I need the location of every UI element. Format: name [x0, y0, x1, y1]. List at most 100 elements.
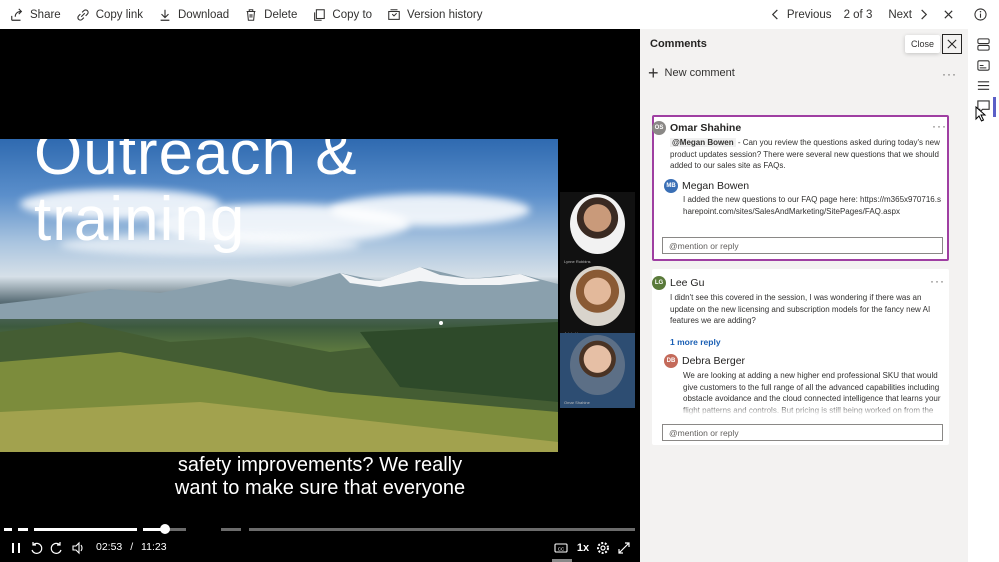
download-label: Download	[178, 8, 230, 21]
captions-pane-button[interactable]	[976, 58, 991, 73]
playback-speed-button[interactable]: 1x	[574, 540, 592, 556]
forward-10-button[interactable]	[49, 540, 65, 556]
version-history-icon	[388, 8, 400, 20]
details-pane-button[interactable]	[976, 37, 991, 52]
closed-captions: safety improvements? We really want to m…	[0, 454, 640, 500]
previous-button[interactable]: Previous	[766, 9, 836, 21]
participant-tile-active[interactable]: Omar Shahine	[560, 333, 635, 408]
thread-more-options-button[interactable]: ···	[930, 274, 945, 288]
settings-button[interactable]	[595, 540, 611, 556]
storage-icon	[977, 38, 990, 51]
comments-title: Comments	[650, 38, 707, 50]
chapter-segment[interactable]	[4, 528, 12, 531]
text-fade	[678, 405, 938, 415]
next-button[interactable]: Next	[884, 9, 933, 21]
participant-gallery: Lynne Robbins Adele Vance Omar Shahine	[560, 192, 635, 408]
mouse-cursor-icon	[975, 106, 987, 122]
list-icon	[977, 81, 990, 90]
avatar: LG	[652, 276, 666, 290]
previous-label: Previous	[786, 8, 832, 21]
current-time: 02:53	[96, 541, 123, 553]
caption-line-1: safety improvements? We really	[177, 454, 463, 476]
comment-header: LG Lee Gu	[652, 276, 704, 290]
chevron-left-icon	[771, 9, 778, 20]
delete-button[interactable]: Delete	[239, 0, 302, 29]
seek-handle[interactable]	[160, 524, 170, 534]
version-history-button[interactable]: Version history	[382, 0, 487, 29]
time-display: 02:53 / 11:23	[96, 541, 167, 553]
pause-icon	[12, 543, 20, 553]
chapter-segment[interactable]	[34, 528, 137, 531]
new-comment-label: New comment	[664, 67, 735, 79]
link-icon	[77, 8, 89, 21]
chapter-segment[interactable]	[18, 528, 28, 531]
comment-body: I didn't see this covered in the session…	[670, 293, 931, 325]
comment-body: @Megan Bowen - Can you review the questi…	[670, 137, 945, 172]
rewind-10-button[interactable]	[28, 540, 44, 556]
captions-button[interactable]: CC	[553, 540, 569, 556]
rewind-icon	[31, 542, 43, 554]
download-button[interactable]: Download	[153, 0, 234, 29]
close-tooltip: Close	[905, 35, 941, 53]
participant-tile[interactable]: Lynne Robbins	[560, 192, 635, 267]
version-history-label: Version history	[407, 8, 483, 21]
reply-author: Megan Bowen	[682, 180, 750, 192]
close-icon	[947, 39, 957, 49]
close-comments-button[interactable]	[942, 34, 962, 54]
info-icon	[974, 8, 987, 21]
expand-icon	[618, 542, 630, 554]
video-frame: Outreach & training	[0, 139, 558, 452]
comment-thread-selected[interactable]: OS Omar Shahine ··· @Megan Bowen - Can y…	[652, 115, 949, 261]
participant-tile[interactable]: Adele Vance	[560, 264, 635, 339]
close-viewer-button[interactable]	[939, 9, 958, 20]
file-counter: 2 of 3	[843, 8, 873, 21]
viewer-navigation: Previous 2 of 3 Next	[766, 0, 999, 29]
reply-input[interactable]: @mention or reply	[662, 424, 943, 441]
comment-author: Omar Shahine	[670, 122, 742, 134]
delete-label: Delete	[264, 8, 298, 21]
mention-chip[interactable]: @Megan Bowen	[670, 138, 736, 147]
video-player[interactable]: Outreach & training Lynne Robbins Adele …	[0, 29, 640, 562]
copy-icon	[314, 8, 326, 21]
slide-title-line-1: Outreach &	[34, 139, 358, 188]
pointer-dot	[439, 321, 443, 325]
info-button[interactable]	[970, 8, 991, 21]
forest-hillside	[0, 322, 558, 452]
avatar: DB	[664, 354, 678, 368]
slide-title: Outreach & training	[34, 139, 358, 253]
fullscreen-button[interactable]	[616, 540, 632, 556]
next-label: Next	[888, 8, 912, 21]
time-separator: /	[130, 541, 134, 553]
comment-thread[interactable]: LG Lee Gu ··· I didn't see this covered …	[652, 269, 949, 445]
reply-input[interactable]: @mention or reply	[662, 237, 943, 254]
gear-icon	[597, 542, 609, 554]
share-button[interactable]: Share	[5, 0, 66, 29]
copy-link-button[interactable]: Copy link	[71, 0, 148, 29]
chapters-pane-button[interactable]	[976, 78, 991, 93]
forward-icon	[50, 542, 62, 554]
panel-more-options-button[interactable]: ···	[942, 67, 957, 81]
reply-body: I added the new questions to our FAQ pag…	[683, 195, 941, 216]
trash-icon	[246, 8, 256, 21]
share-label: Share	[30, 8, 61, 21]
pause-button[interactable]	[8, 540, 24, 556]
more-replies-link[interactable]: 1 more reply	[670, 337, 721, 347]
copy-to-label: Copy to	[332, 8, 373, 21]
new-comment-button[interactable]: + New comment	[648, 64, 735, 82]
player-controls: 02:53 / 11:23 CC 1x	[0, 537, 640, 562]
download-icon	[160, 9, 170, 21]
captions-icon	[977, 60, 990, 71]
copy-to-button[interactable]: Copy to	[307, 0, 377, 29]
progress-bar[interactable]	[0, 524, 640, 534]
comment-author: Lee Gu	[670, 277, 705, 289]
comment-header: OS Omar Shahine	[652, 121, 741, 135]
participant-name: Omar Shahine	[564, 400, 590, 405]
thread-more-options-button[interactable]: ···	[932, 119, 947, 133]
closed-captions-icon: CC	[554, 543, 568, 553]
reply-header: MB Megan Bowen	[664, 179, 749, 193]
chapter-segment[interactable]	[249, 528, 635, 531]
slide-title-line-2: training	[34, 185, 246, 254]
chapter-segment[interactable]	[221, 528, 241, 531]
share-icon	[11, 7, 23, 21]
volume-button[interactable]	[70, 540, 86, 556]
